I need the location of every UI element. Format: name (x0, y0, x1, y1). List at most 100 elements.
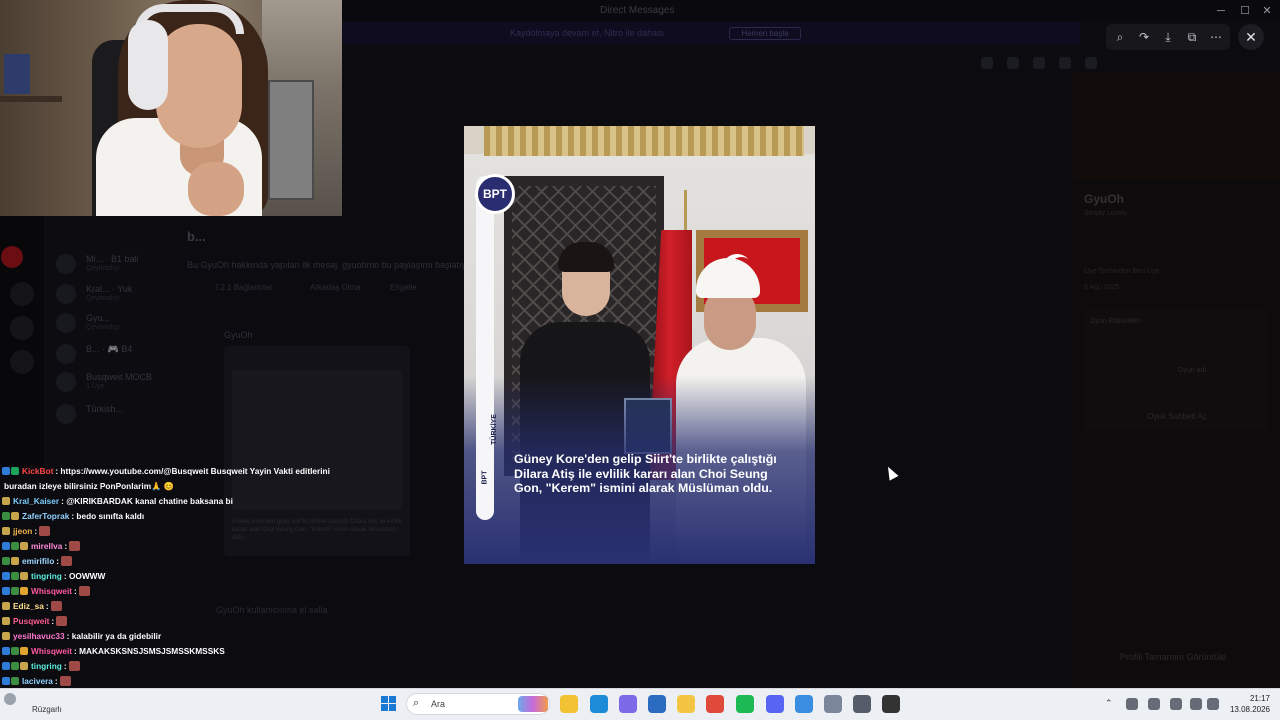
weather-label[interactable]: Rüzgarlı (32, 705, 62, 714)
display-icon[interactable] (1190, 698, 1202, 710)
chat-username[interactable]: ZaferToprak (22, 511, 69, 521)
dm-row[interactable]: Mi... · B1 bali Çevrimdışı (56, 252, 166, 276)
profile-name: GyuOh (1084, 192, 1125, 206)
chat-badge-icon (2, 647, 10, 655)
chat-username[interactable]: jjeon (13, 526, 32, 536)
server-icon[interactable] (1, 246, 23, 268)
add-user-icon[interactable] (1059, 57, 1071, 69)
chat-username[interactable]: tingring (31, 661, 62, 671)
chat-username[interactable]: Kral_Kaiser (13, 496, 59, 506)
dm-row[interactable]: B... · 🎮 B4 (56, 342, 166, 366)
chat-emote-icon (39, 526, 51, 536)
minimize-button[interactable]: ─ (1212, 3, 1230, 19)
store-icon[interactable] (648, 695, 666, 713)
chat-username[interactable]: KickBot (22, 466, 53, 476)
chat-text: : (34, 526, 38, 536)
chat-username[interactable]: Whisqweit (31, 586, 72, 596)
pin-icon[interactable] (1033, 57, 1045, 69)
task-icon[interactable] (795, 695, 813, 713)
dm-row[interactable]: Türkish... (56, 402, 166, 426)
dm-status: 1 Üye (86, 383, 105, 390)
chat-emote-icon (68, 661, 80, 671)
chat-badge-icon (11, 587, 19, 595)
chat-message: lacivera: (2, 676, 71, 687)
chat-username[interactable]: emirifilo (22, 556, 54, 566)
chat-username[interactable]: lacivera (22, 676, 53, 686)
server-icon[interactable] (10, 350, 34, 374)
weather-icon[interactable] (4, 693, 16, 705)
header-icons (975, 55, 1235, 71)
chat-username[interactable]: tingring (31, 571, 62, 581)
open-external-icon[interactable]: ⧉ (1180, 24, 1204, 50)
chat-username[interactable]: yesilhavuc33 (13, 631, 65, 641)
edge-icon[interactable] (590, 695, 608, 713)
chat-username[interactable]: Whisqweit (31, 646, 72, 656)
more-icon[interactable]: ⋯ (1204, 24, 1228, 50)
tray-app-icon[interactable] (1148, 698, 1160, 710)
download-icon[interactable]: ⤓ (1156, 24, 1180, 50)
chat-username[interactable]: mirellva (31, 541, 62, 551)
tray-chevron-icon[interactable]: ⌃ (1105, 698, 1113, 709)
maximize-button[interactable]: ☐ (1236, 3, 1254, 19)
obs-icon[interactable] (882, 695, 900, 713)
chat-emote-icon (78, 586, 90, 596)
chat-username[interactable]: Pusqweit (13, 616, 49, 626)
banner-button[interactable]: Hemen başla (729, 27, 801, 40)
image-caption: Güney Kore'den gelip Siirt'te birlikte ç… (514, 452, 777, 495)
windows-logo-icon (389, 696, 396, 703)
post-description: Bu GyuOh hakkında yapılan ilk mesaj. gyu… (187, 260, 475, 270)
settings-icon[interactable] (824, 695, 842, 713)
chat-text: : (45, 601, 49, 611)
clock-date[interactable]: 13.08.2026 (1220, 705, 1270, 714)
close-viewer-button[interactable]: ✕ (1238, 24, 1264, 50)
avatar (56, 404, 76, 424)
full-profile-link[interactable]: Profili Tamamını Görüntüle (1088, 652, 1258, 662)
microphone-icon[interactable] (1170, 698, 1182, 710)
close-window-button[interactable]: ✕ (1258, 3, 1276, 19)
chat-badge-icon (11, 647, 19, 655)
folder-icon[interactable] (677, 695, 695, 713)
activity-button[interactable]: Oyuk Sohbeti Aç (1092, 412, 1262, 428)
side-label-brand: BPT (481, 470, 489, 485)
call-icon[interactable] (981, 57, 993, 69)
dm-name: B... · 🎮 B4 (86, 344, 133, 354)
news-image[interactable]: BPT TÜRKİYE BPT Güney Kore'den gelip Sii… (464, 126, 815, 564)
share-icon[interactable]: ↷ (1132, 24, 1156, 50)
dm-row[interactable]: Gyu... Çevrimdışı (56, 311, 166, 335)
dm-row[interactable]: Kral... · Yuk Çevrimdışı (56, 282, 166, 306)
chat-text: : @KIRIKBARDAK kanal chatine baksana bi (61, 496, 233, 506)
dm-status: Çevrimdışı (86, 295, 120, 302)
chat-badge-icon (11, 467, 19, 475)
chrome-icon[interactable] (706, 695, 724, 713)
tag-friend[interactable]: Arkadaş Olma (310, 283, 361, 297)
windows-logo-icon (381, 704, 388, 711)
dm-row[interactable]: Busqweit MOCB 1 Üye (56, 370, 166, 394)
dm-name: Busqweit MOCB (86, 372, 153, 382)
headphones-icon (128, 20, 168, 110)
search-placeholder[interactable]: Ara (431, 699, 445, 709)
chat-badge-icon (11, 662, 19, 670)
activity-game: Oyun adı (1178, 367, 1207, 374)
chat-text: : (64, 541, 68, 551)
server-icon[interactable] (10, 316, 34, 340)
server-icon[interactable] (10, 282, 34, 306)
file-explorer-icon[interactable] (560, 695, 578, 713)
copilot-icon[interactable] (619, 695, 637, 713)
search-highlight-icon (518, 696, 548, 712)
zoom-icon[interactable]: ⌕ (1108, 24, 1132, 50)
chat-username[interactable]: Ediz_sa (13, 601, 44, 611)
clock-time[interactable]: 21:17 (1226, 694, 1270, 703)
tray-app-icon[interactable] (1126, 698, 1138, 710)
gear-app-icon[interactable] (853, 695, 871, 713)
discord-icon[interactable] (766, 695, 784, 713)
tag-block[interactable]: Engelle (390, 283, 417, 297)
chat-text: : https://www.youtube.com/@Busqweit Busq… (55, 466, 330, 476)
chat-badge-icon (20, 587, 28, 595)
post-title: b... (187, 229, 206, 244)
tag-links[interactable]: İ.2.1 Bağlantılar (216, 283, 272, 297)
volume-icon[interactable] (1207, 698, 1219, 710)
spotify-icon[interactable] (736, 695, 754, 713)
start-button[interactable] (381, 696, 397, 712)
video-icon[interactable] (1007, 57, 1019, 69)
profile-icon[interactable] (1085, 57, 1097, 69)
